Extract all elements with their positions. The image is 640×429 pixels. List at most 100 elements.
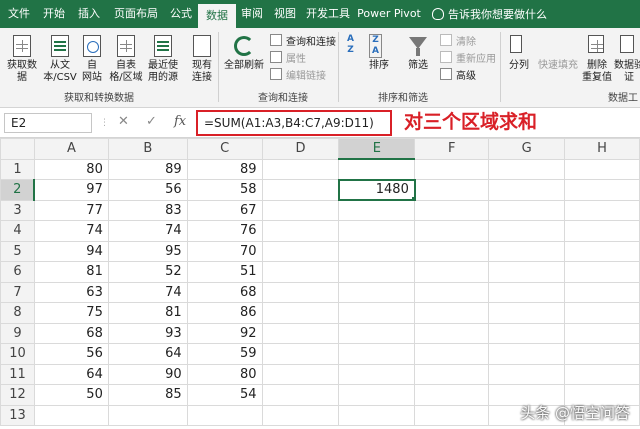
get-data-button[interactable]: 获取数 据 xyxy=(2,34,42,84)
cell-h11[interactable] xyxy=(564,363,640,385)
tab-4[interactable]: 公式 xyxy=(164,0,198,28)
cell-f13[interactable] xyxy=(414,404,490,426)
tab-5[interactable]: 数据 xyxy=(198,4,236,28)
name-box[interactable]: E2 xyxy=(4,113,92,133)
column-header-b[interactable]: B xyxy=(107,138,188,160)
cell-h7[interactable] xyxy=(564,281,640,303)
row-header[interactable]: 13 xyxy=(0,404,35,426)
sort-az-button[interactable]: AZ xyxy=(342,34,364,60)
text-to-columns-button[interactable]: 分列 xyxy=(504,34,534,72)
advanced-filter-button[interactable]: 高级 xyxy=(440,66,476,82)
row-header[interactable]: 6 xyxy=(0,261,35,283)
cell-d4[interactable] xyxy=(261,220,340,242)
cell-c1[interactable]: 89 xyxy=(186,158,263,180)
cell-e13[interactable] xyxy=(338,404,416,426)
queries-connections-button[interactable]: 查询和连接 xyxy=(270,32,336,48)
select-all-corner[interactable] xyxy=(0,138,35,160)
cell-g8[interactable] xyxy=(488,302,566,324)
cell-e3[interactable] xyxy=(338,199,416,221)
cell-d6[interactable] xyxy=(261,261,340,283)
row-header[interactable]: 9 xyxy=(0,322,35,344)
cell-g9[interactable] xyxy=(488,322,566,344)
row-header[interactable]: 11 xyxy=(0,363,35,385)
cancel-icon[interactable]: ✕ xyxy=(118,114,129,129)
column-header-a[interactable]: A xyxy=(33,138,109,160)
column-header-f[interactable]: F xyxy=(414,138,490,160)
cell-a4[interactable]: 74 xyxy=(33,220,109,242)
cell-e1[interactable] xyxy=(338,158,416,180)
recent-sources-button[interactable]: 最近使 用的源 xyxy=(143,34,183,84)
cell-f5[interactable] xyxy=(414,240,490,262)
tell-me-search[interactable]: 告诉我你想要做什么 xyxy=(432,6,547,22)
filter-button[interactable]: 筛选 xyxy=(400,34,436,72)
cell-c8[interactable]: 86 xyxy=(186,302,263,324)
cell-h10[interactable] xyxy=(564,343,640,365)
cell-d9[interactable] xyxy=(261,322,340,344)
cell-e5[interactable] xyxy=(338,240,416,262)
cell-g3[interactable] xyxy=(488,199,566,221)
row-header[interactable]: 7 xyxy=(0,281,35,303)
tab-7[interactable]: 视图 xyxy=(268,0,302,28)
reapply-button[interactable]: 重新应用 xyxy=(440,49,496,65)
cell-c6[interactable]: 51 xyxy=(186,261,263,283)
cell-e9[interactable] xyxy=(338,322,416,344)
row-header[interactable]: 10 xyxy=(0,343,35,365)
cell-h1[interactable] xyxy=(564,158,640,180)
cell-b5[interactable]: 95 xyxy=(107,240,188,262)
cell-d7[interactable] xyxy=(261,281,340,303)
formula-input[interactable]: =SUM(A1:A3,B4:C7,A9:D11) xyxy=(196,110,392,136)
cell-f11[interactable] xyxy=(414,363,490,385)
cell-a7[interactable]: 63 xyxy=(33,281,109,303)
cell-a8[interactable]: 75 xyxy=(33,302,109,324)
row-header[interactable]: 5 xyxy=(0,240,35,262)
cell-e10[interactable] xyxy=(338,343,416,365)
cell-f9[interactable] xyxy=(414,322,490,344)
cell-d10[interactable] xyxy=(261,343,340,365)
cell-g5[interactable] xyxy=(488,240,566,262)
cell-f6[interactable] xyxy=(414,261,490,283)
refresh-all-button[interactable]: 全部刷新 xyxy=(222,34,266,72)
cell-b3[interactable]: 83 xyxy=(107,199,188,221)
sort-button[interactable]: ZA 排序 xyxy=(364,34,394,72)
cell-h5[interactable] xyxy=(564,240,640,262)
cell-f2[interactable] xyxy=(414,179,490,201)
cell-d2[interactable] xyxy=(261,179,340,201)
cell-f4[interactable] xyxy=(414,220,490,242)
cell-g6[interactable] xyxy=(488,261,566,283)
row-header[interactable]: 2 xyxy=(0,179,36,201)
cell-a5[interactable]: 94 xyxy=(33,240,109,262)
cell-h6[interactable] xyxy=(564,261,640,283)
existing-connections-button[interactable]: 现有 连接 xyxy=(182,34,222,84)
cell-c10[interactable]: 59 xyxy=(186,343,263,365)
cell-a1[interactable]: 80 xyxy=(33,158,109,180)
cell-d1[interactable] xyxy=(261,158,340,180)
cell-h4[interactable] xyxy=(564,220,640,242)
cell-b12[interactable]: 85 xyxy=(107,384,188,406)
row-header[interactable]: 3 xyxy=(0,199,35,221)
tab-9[interactable]: Power Pivot xyxy=(354,0,424,28)
cell-a6[interactable]: 81 xyxy=(33,261,109,283)
cell-f3[interactable] xyxy=(414,199,490,221)
cell-g11[interactable] xyxy=(488,363,566,385)
cell-a12[interactable]: 50 xyxy=(33,384,109,406)
cell-d11[interactable] xyxy=(261,363,340,385)
row-header[interactable]: 4 xyxy=(0,220,35,242)
cell-f12[interactable] xyxy=(414,384,490,406)
cell-b10[interactable]: 64 xyxy=(107,343,188,365)
cell-e4[interactable] xyxy=(338,220,416,242)
tab-1[interactable]: 开始 xyxy=(38,0,70,28)
cell-b6[interactable]: 52 xyxy=(107,261,188,283)
cell-g4[interactable] xyxy=(488,220,566,242)
cell-c4[interactable]: 76 xyxy=(186,220,263,242)
cell-a2[interactable]: 97 xyxy=(33,179,109,201)
cell-b7[interactable]: 74 xyxy=(107,281,188,303)
cell-a11[interactable]: 64 xyxy=(33,363,109,385)
edit-links-button[interactable]: 编辑链接 xyxy=(270,66,326,82)
tab-3[interactable]: 页面布局 xyxy=(108,0,164,28)
data-validation-button[interactable]: 数据验 证 xyxy=(612,34,640,84)
cell-c13[interactable] xyxy=(186,404,263,426)
cell-b11[interactable]: 90 xyxy=(107,363,188,385)
cell-c9[interactable]: 92 xyxy=(186,322,263,344)
flash-fill-button[interactable]: 快速填充 xyxy=(536,34,580,72)
column-header-h[interactable]: H xyxy=(564,138,640,160)
